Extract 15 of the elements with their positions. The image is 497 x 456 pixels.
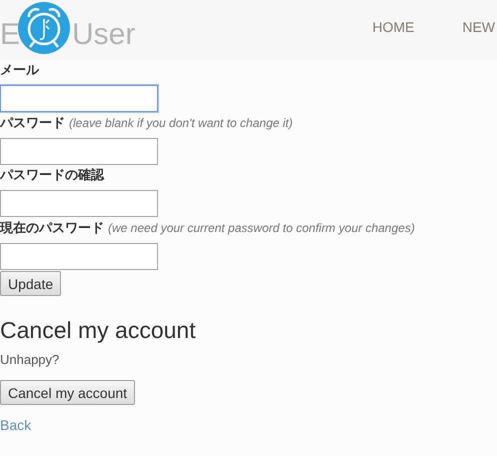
input-field[interactable] — [0, 190, 158, 217]
update-button[interactable]: Update — [0, 271, 62, 296]
field-label: 現在のパスワード (we need your current password to confirm your changes) — [0, 220, 415, 237]
page-title: User — [72, 17, 136, 53]
input-field[interactable] — [0, 138, 158, 165]
input-field[interactable] — [0, 243, 158, 270]
nav-link[interactable]: NEW — [462, 19, 495, 35]
input-field[interactable] — [0, 85, 158, 112]
unhappy-text: Unhappy? — [0, 352, 60, 367]
back-link[interactable]: Back — [0, 417, 32, 433]
field-label: メール — [0, 63, 39, 79]
section-heading: Cancel my account — [0, 317, 196, 344]
cancel-account-button[interactable]: Cancel my account — [0, 380, 136, 405]
page-title: E — [0, 17, 20, 53]
nav-link[interactable]: HOME — [372, 19, 414, 35]
